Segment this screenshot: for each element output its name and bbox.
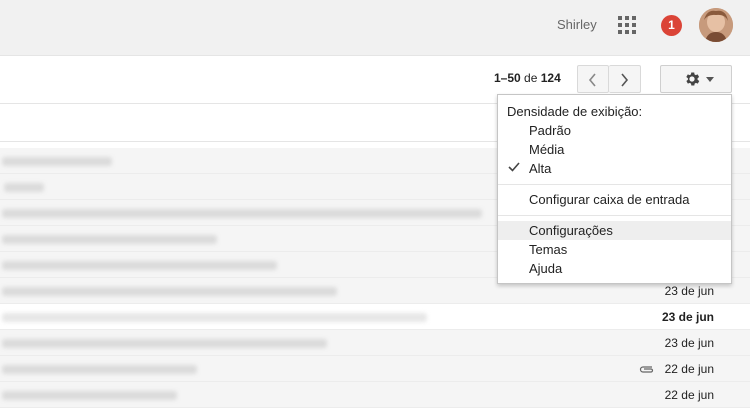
table-row[interactable]: 23 de jun bbox=[0, 330, 750, 356]
density-option-compact[interactable]: Alta bbox=[498, 159, 731, 178]
themes-label: Temas bbox=[529, 242, 568, 257]
notification-badge[interactable]: 1 bbox=[661, 15, 682, 36]
older-button[interactable] bbox=[577, 65, 609, 93]
display-density-heading: Densidade de exibição: bbox=[507, 104, 643, 119]
message-date: 23 de jun bbox=[664, 284, 714, 298]
user-name[interactable]: Shirley bbox=[557, 17, 597, 32]
chevron-right-icon bbox=[621, 73, 629, 87]
configure-inbox-label: Configurar caixa de entrada bbox=[529, 192, 690, 207]
checkmark-icon bbox=[508, 162, 520, 172]
caret-down-icon bbox=[706, 77, 714, 82]
pager-of: de bbox=[524, 71, 538, 85]
chevron-left-icon bbox=[588, 73, 596, 87]
configure-inbox-item[interactable]: Configurar caixa de entrada bbox=[498, 190, 731, 209]
top-bar: Shirley 1 bbox=[0, 0, 750, 56]
themes-item[interactable]: Temas bbox=[498, 240, 731, 259]
paperclip-icon bbox=[639, 366, 654, 373]
message-date: 23 de jun bbox=[661, 310, 714, 324]
settings-button[interactable] bbox=[660, 65, 732, 93]
apps-grid-icon[interactable] bbox=[618, 16, 636, 34]
help-label: Ajuda bbox=[529, 261, 563, 276]
settings-menu: Densidade de exibição: Padrão Média Alta… bbox=[497, 94, 732, 284]
help-item[interactable]: Ajuda bbox=[498, 259, 731, 278]
menu-divider bbox=[498, 215, 731, 216]
settings-item[interactable]: Configurações bbox=[498, 221, 731, 240]
message-date: 22 de jun bbox=[664, 388, 714, 402]
pager-total: 124 bbox=[540, 71, 561, 85]
density-option-label: Alta bbox=[529, 161, 552, 176]
table-row[interactable]: 23 de jun bbox=[0, 304, 750, 330]
density-option-comfortable[interactable]: Média bbox=[498, 140, 731, 159]
table-row[interactable]: 22 de jun bbox=[0, 382, 750, 408]
menu-divider bbox=[498, 184, 731, 185]
pager-range: 1–50 bbox=[494, 71, 521, 85]
settings-label: Configurações bbox=[529, 223, 613, 238]
pagination-counter: 1–50 de 124 bbox=[494, 71, 561, 85]
density-option-label: Média bbox=[529, 142, 565, 157]
gear-icon bbox=[686, 72, 700, 86]
newer-button[interactable] bbox=[609, 65, 641, 93]
message-date: 22 de jun bbox=[664, 362, 714, 376]
density-option-label: Padrão bbox=[529, 123, 571, 138]
density-option-default[interactable]: Padrão bbox=[498, 121, 731, 140]
avatar[interactable] bbox=[699, 8, 733, 42]
table-row[interactable]: 22 de jun bbox=[0, 356, 750, 382]
message-date: 23 de jun bbox=[664, 336, 714, 350]
